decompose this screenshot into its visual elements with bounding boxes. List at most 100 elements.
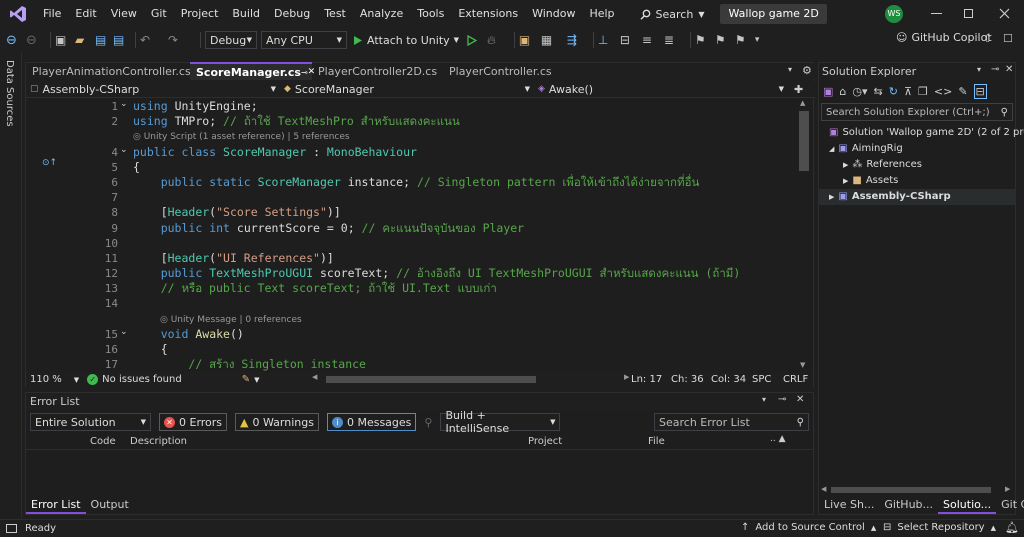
- issues-status[interactable]: No issues found: [102, 374, 182, 385]
- horizontal-scroll-thumb[interactable]: [831, 487, 991, 493]
- tab-solution-explorer[interactable]: Solutio...: [938, 496, 997, 514]
- undo-icon[interactable]: ↶: [140, 33, 168, 47]
- zoom-level[interactable]: 110 %: [30, 374, 62, 385]
- scroll-thumb[interactable]: [799, 111, 809, 171]
- tab-output[interactable]: Output: [86, 496, 134, 514]
- select-repository-button[interactable]: ⊟ Select Repository ▲: [883, 522, 996, 533]
- restore-icon[interactable]: [964, 9, 973, 18]
- settings-gear-icon[interactable]: ⚙: [802, 64, 812, 77]
- code-lens[interactable]: ◎ Unity Message | 0 references: [26, 312, 794, 327]
- close-icon[interactable]: ✕: [1005, 64, 1013, 75]
- code-line[interactable]: 4 ⌄ public class ScoreManager : MonoBehavi…: [26, 145, 794, 160]
- preview-icon[interactable]: ⊟: [973, 83, 987, 99]
- member-dropdown[interactable]: ◈ Awake() ▼: [534, 81, 788, 97]
- tab-player-animation-controller[interactable]: PlayerAnimationController.cs: [26, 62, 191, 80]
- platform-dropdown[interactable]: Any CPU ▼: [261, 31, 347, 49]
- code-text[interactable]: public class ScoreManager : MonoBehaviou…: [133, 145, 417, 160]
- sort-icon[interactable]: .. ▲: [770, 434, 786, 444]
- menu-git[interactable]: Git: [144, 0, 174, 28]
- menu-help[interactable]: Help: [582, 0, 621, 28]
- config-dropdown[interactable]: Debug ▼: [205, 31, 257, 49]
- github-copilot-button[interactable]: ☺ GitHub Copilot: [896, 31, 992, 44]
- code-lens[interactable]: ◎ Unity Script (1 asset reference) | 5 r…: [26, 129, 794, 144]
- column-number[interactable]: Col: 34: [711, 374, 746, 385]
- save-all-icon[interactable]: ▤: [113, 33, 131, 47]
- tab-error-list[interactable]: Error List: [26, 496, 86, 514]
- code-text[interactable]: {: [133, 342, 168, 357]
- horizontal-scrollbar[interactable]: ◀ ▶: [312, 373, 632, 384]
- solution-horizontal-scrollbar[interactable]: ◀ ▶: [819, 485, 1015, 495]
- open-folder-icon[interactable]: ▰: [75, 33, 95, 47]
- add-to-source-control-button[interactable]: ↑ Add to Source Control ▲: [741, 522, 876, 533]
- code-line[interactable]: 8 [Header("Score Settings")]: [26, 205, 794, 220]
- column-project[interactable]: Project: [528, 436, 562, 447]
- properties-icon[interactable]: ✎: [958, 85, 967, 98]
- share-icon[interactable]: ⇧: [983, 32, 992, 45]
- code-lens-text[interactable]: ◎ Unity Script (1 asset reference) | 5 r…: [133, 130, 350, 144]
- collapse-all-icon[interactable]: ⊼: [904, 85, 912, 98]
- code-text[interactable]: using UnityEngine;: [133, 99, 258, 114]
- code-view-icon[interactable]: <>: [934, 85, 952, 98]
- toolbar-tool-icon[interactable]: ≣: [664, 33, 686, 47]
- code-line[interactable]: 12 public TextMeshProUGUI scoreText; // …: [26, 266, 794, 281]
- panel-menu-icon[interactable]: ▾: [762, 395, 766, 404]
- tab-github[interactable]: GitHub...: [879, 496, 938, 514]
- back-icon[interactable]: ⊖: [6, 33, 26, 48]
- tree-item-assets[interactable]: ▶ ■ Assets: [819, 173, 1015, 189]
- column-code[interactable]: Code: [90, 436, 116, 447]
- toolbar-tool-icon[interactable]: ⊥: [598, 33, 620, 47]
- home-icon[interactable]: ⌂: [839, 85, 846, 98]
- code-line[interactable]: 9 public int currentScore = 0; // คะแนนป…: [26, 221, 794, 236]
- tree-item-solution[interactable]: ▣Solution 'Wallop game 2D' (2 of 2 proje…: [819, 125, 1024, 141]
- code-text[interactable]: [Header("UI References")]: [133, 251, 334, 266]
- tab-player-controller[interactable]: PlayerController.cs: [443, 62, 563, 80]
- code-line[interactable]: 17 // สร้าง Singleton instance: [26, 357, 794, 372]
- show-all-files-icon[interactable]: ❐: [918, 85, 928, 98]
- column-file[interactable]: File: [648, 436, 665, 447]
- code-line[interactable]: 11 [Header("UI References")]: [26, 251, 794, 266]
- tab-score-manager[interactable]: ScoreManager.cs ⊸ ✕: [190, 62, 315, 80]
- filter-icon[interactable]: ⚲: [424, 416, 432, 429]
- code-line[interactable]: 14: [26, 296, 794, 311]
- tree-item-references[interactable]: ▶ ⁂ References: [819, 157, 1015, 173]
- code-text[interactable]: void Awake(): [133, 327, 244, 342]
- data-sources-tab[interactable]: Data Sources: [4, 60, 15, 127]
- toolbar-tool-icon[interactable]: ⇶: [567, 33, 589, 47]
- code-text[interactable]: {: [133, 160, 140, 175]
- horizontal-scroll-thumb[interactable]: [326, 376, 536, 383]
- line-number[interactable]: Ln: 17: [631, 374, 662, 385]
- redo-icon[interactable]: ↷: [168, 33, 196, 47]
- sync-icon[interactable]: ⇆: [874, 85, 883, 98]
- bookmark-icon[interactable]: ⚑: [735, 33, 755, 47]
- tree-item-assembly-csharp[interactable]: ▶ ▣ Assembly-CSharp: [819, 189, 1015, 205]
- menu-file[interactable]: File: [36, 0, 68, 28]
- code-line[interactable]: 5{: [26, 160, 794, 175]
- toolbar-tool-icon[interactable]: ▦: [541, 33, 567, 47]
- split-editor-icon[interactable]: ✚: [794, 83, 803, 96]
- code-line[interactable]: 16 {: [26, 342, 794, 357]
- minimize-icon[interactable]: [931, 13, 942, 14]
- panel-menu-icon[interactable]: ▾: [977, 65, 981, 74]
- menu-build[interactable]: Build: [225, 0, 267, 28]
- menu-extensions[interactable]: Extensions: [451, 0, 525, 28]
- feedback-icon[interactable]: ☐: [1003, 32, 1013, 45]
- avatar[interactable]: WS: [885, 5, 903, 23]
- vs-logo-icon[interactable]: [0, 0, 36, 28]
- whitespace-mode[interactable]: SPC: [752, 374, 771, 385]
- forward-icon[interactable]: ⊖: [26, 33, 46, 48]
- tree-item-aiming-rig[interactable]: ◢ ▣ AimingRig: [819, 141, 1015, 157]
- toolbar-tool-icon[interactable]: ≡: [642, 33, 664, 47]
- pin-icon[interactable]: ⊸: [991, 64, 999, 75]
- close-icon[interactable]: ✕: [796, 394, 804, 405]
- project-dropdown[interactable]: ▢ Assembly-CSharp ▼: [26, 81, 280, 97]
- bookmark-icon[interactable]: ⚑: [695, 33, 715, 47]
- code-text[interactable]: public TextMeshProUGUI scoreText; // อ้า…: [133, 266, 741, 281]
- switch-views-icon[interactable]: ▣: [823, 85, 833, 98]
- menu-test[interactable]: Test: [317, 0, 353, 28]
- tab-live-share[interactable]: Live Sh...: [819, 496, 879, 514]
- collapse-chevron-icon[interactable]: ⌄: [120, 327, 128, 337]
- scope-dropdown[interactable]: Entire Solution ▼: [30, 413, 151, 431]
- collapse-chevron-icon[interactable]: ⌄: [120, 99, 128, 109]
- solution-search-input[interactable]: Search Solution Explorer (Ctrl+;) ⚲: [821, 103, 1013, 121]
- menu-tools[interactable]: Tools: [410, 0, 451, 28]
